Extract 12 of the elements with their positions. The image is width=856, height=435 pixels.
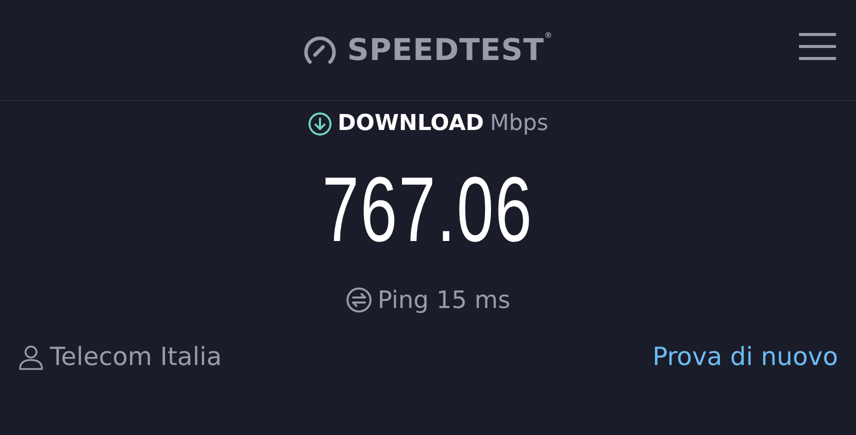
- user-icon: [18, 344, 44, 370]
- ping-reading: Ping 15 ms: [378, 286, 510, 314]
- gauge-icon: [303, 35, 338, 65]
- retry-link[interactable]: Prova di nuovo: [652, 342, 838, 371]
- provider-name: Telecom Italia: [50, 342, 222, 371]
- download-speed: 767.06: [322, 164, 534, 256]
- download-label: DOWNLOAD: [338, 111, 484, 136]
- ping-icon: [346, 287, 372, 313]
- speedtest-logo: SPEEDTEST$^{®}$: [347, 32, 553, 68]
- menu-icon[interactable]: [799, 33, 836, 60]
- download-icon: [308, 112, 332, 136]
- unit-label: Mbps: [490, 111, 548, 136]
